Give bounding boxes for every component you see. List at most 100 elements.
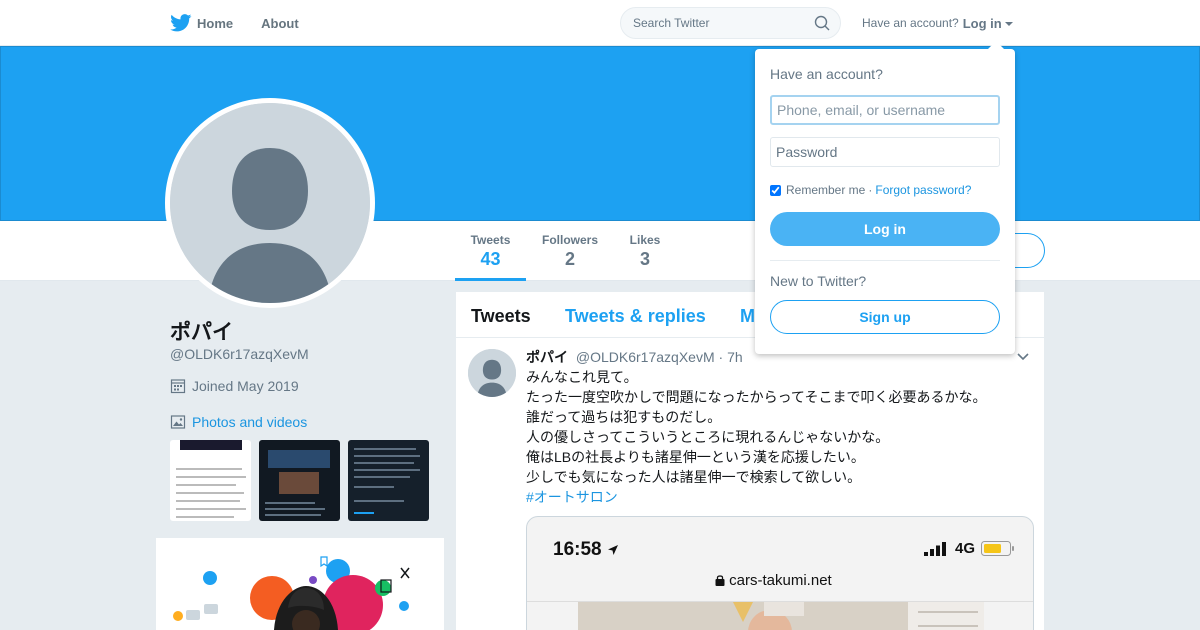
default-avatar-icon (170, 103, 370, 303)
media-clock-text: 16:58 (553, 539, 602, 560)
thumb-text-line (354, 500, 404, 502)
stat-followers-value: 2 (564, 249, 575, 269)
login-menu-label: Log in (962, 15, 1002, 31)
twitter-bird-icon (170, 14, 192, 32)
thumb-text-line (176, 484, 236, 486)
tweet-line: みんなこれ見て。 (526, 369, 638, 385)
thumb-text-line (354, 476, 410, 478)
tweet-line: 俺はLBの社長よりも諸星伸一という漢を応援したい。 (526, 449, 865, 465)
media-clock: 16:58 (553, 539, 619, 561)
location-arrow-icon (607, 544, 618, 555)
photos-videos-label: Photos and videos (192, 414, 308, 430)
have-account-text: Have an account? (862, 16, 959, 30)
signup-button[interactable]: Sign up (770, 300, 1000, 334)
home-label: Home (197, 15, 234, 31)
media-url: cars-takumi.net (715, 572, 832, 589)
thumb-text-line (354, 462, 414, 464)
thumb-text-line (265, 514, 321, 516)
tweet-author-handle[interactable]: @OLDK6r17azqXevM (576, 349, 715, 365)
tweet-dot: · (718, 349, 724, 365)
thumb-header-strip (180, 440, 242, 450)
thumb-text-line (354, 486, 394, 488)
login-dropdown: Have an account? Remember me · Forgot pa… (755, 41, 1015, 354)
tweet-line: たった一度空吹かしで問題になったからってそこまで叩く必要あるかな。 (526, 389, 987, 405)
thumb-accent (354, 512, 374, 514)
search-input[interactable] (621, 8, 801, 38)
tweet-time[interactable]: 7h (727, 349, 743, 365)
tweet-line: 少しでも気になった人は諸星伸一で検索して欲しい。 (526, 469, 862, 485)
media-network: 4G (955, 540, 976, 557)
tweet[interactable]: ポパイ @OLDK6r17azqXevM · 7h みんなこれ見て。 たった一度… (456, 338, 1044, 630)
profile-name: ポパイ (170, 321, 233, 344)
username-input[interactable] (770, 95, 1000, 125)
calendar-icon (170, 379, 186, 394)
tweet-line: 誰だって過ちは犯すものだし。 (526, 409, 722, 425)
login-button[interactable]: Log in (770, 212, 1000, 246)
tweet-media[interactable]: 16:58 4G cars-takumi.net (526, 516, 1034, 630)
remember-row: Remember me · Forgot password? (770, 183, 971, 197)
remember-label[interactable]: Remember me (786, 183, 865, 197)
tab-media[interactable]: M (740, 306, 755, 327)
about-link[interactable]: About (261, 16, 299, 31)
stat-tweets-value: 43 (480, 249, 501, 269)
tweet-author-name[interactable]: ポパイ (526, 349, 568, 365)
stat-tweets[interactable]: Tweets 43 (455, 221, 526, 281)
search-icon[interactable] (814, 15, 830, 31)
thumb-text-line (265, 502, 315, 504)
tweet-header: ポパイ @OLDK6r17azqXevM · 7h (526, 347, 743, 367)
thumb-text-line (176, 492, 244, 494)
new-to-twitter-text: New to Twitter? (770, 273, 867, 289)
thumb-app-header (268, 450, 330, 468)
password-input[interactable] (770, 137, 1000, 167)
nav-left: Home About (170, 0, 327, 46)
illustration-graphic (173, 556, 410, 630)
photo-content (578, 602, 984, 630)
lock-icon (715, 575, 725, 586)
thumb-text-line (354, 455, 420, 457)
media-url-text: cars-takumi.net (729, 572, 832, 589)
top-navigation: Home About Have an account? Log in (0, 0, 1200, 46)
thumb-text-line (354, 448, 416, 450)
chevron-down-icon[interactable] (1017, 350, 1029, 362)
login-menu-button[interactable]: Log in (963, 16, 1013, 31)
remember-checkbox[interactable] (770, 184, 781, 196)
search-box[interactable] (620, 7, 841, 39)
tab-tweets-replies[interactable]: Tweets & replies (565, 306, 706, 327)
tweet-text: みんなこれ見て。 たった一度空吹かしで問題になったからってそこまで叩く必要あるか… (526, 367, 1026, 507)
home-link[interactable]: Home (170, 14, 233, 32)
media-thumbnail-1[interactable] (170, 440, 251, 521)
thumb-text-line (176, 500, 240, 502)
stat-likes-label: Likes (629, 233, 661, 247)
stat-followers-label: Followers (541, 233, 598, 247)
thumb-text-line (354, 469, 420, 471)
signal-bars-icon (924, 542, 946, 556)
photo-icon (170, 415, 186, 429)
media-thumbnail-2[interactable] (259, 440, 340, 521)
thumb-photo (279, 472, 319, 494)
thumb-text-line (176, 476, 246, 478)
stat-followers[interactable]: Followers 2 (539, 221, 601, 281)
remember-separator: · (868, 183, 873, 197)
media-photo (578, 602, 984, 630)
tweet-line: 人の優しさってこういうところに現れるんじゃないかな。 (526, 429, 890, 445)
photos-videos-link[interactable]: Photos and videos (170, 414, 307, 430)
tweet-hashtag[interactable]: #オートサロン (526, 487, 1026, 507)
thumb-text-line (176, 468, 242, 470)
thumb-text-line (176, 516, 234, 518)
profile-avatar[interactable] (165, 98, 375, 308)
stat-likes[interactable]: Likes 3 (626, 221, 664, 281)
tab-tweets[interactable]: Tweets (471, 306, 531, 327)
forgot-password-link[interactable]: Forgot password? (875, 183, 971, 197)
battery-icon (981, 541, 1014, 556)
login-dropdown-title: Have an account? (770, 66, 883, 82)
promo-illustration (156, 538, 444, 630)
stat-likes-value: 3 (639, 249, 650, 269)
profile-handle[interactable]: @OLDK6r17azqXevM (170, 346, 309, 362)
dropdown-divider (770, 260, 1000, 261)
thumb-text-line (265, 508, 325, 510)
account-area: Have an account? Log in (862, 0, 1013, 46)
tweet-avatar[interactable] (468, 349, 516, 397)
media-thumbnail-3[interactable] (348, 440, 429, 521)
thumb-text-line (176, 508, 246, 510)
caret-down-icon (1004, 22, 1013, 27)
